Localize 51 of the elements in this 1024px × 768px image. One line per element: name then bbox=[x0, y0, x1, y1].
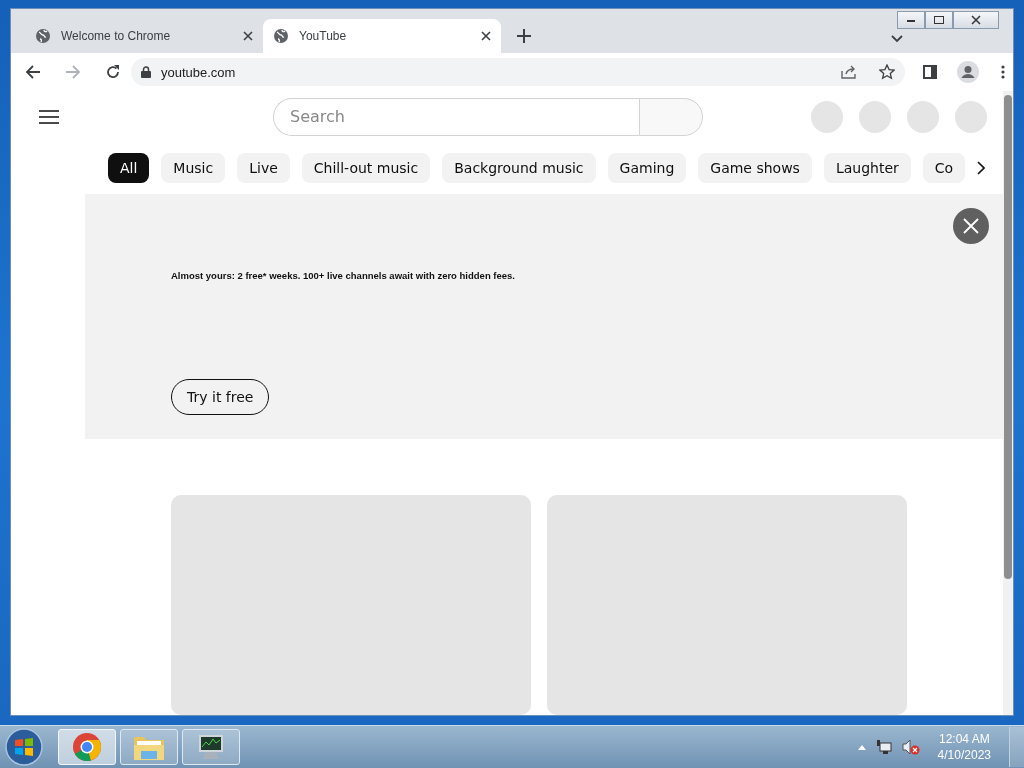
filter-chip[interactable]: Game shows bbox=[698, 153, 812, 184]
minimize-icon bbox=[906, 17, 916, 23]
filter-chip[interactable]: Gaming bbox=[607, 153, 687, 184]
star-icon[interactable] bbox=[879, 64, 895, 80]
maximize-button[interactable] bbox=[925, 11, 953, 29]
filter-chip[interactable]: Music bbox=[161, 153, 226, 184]
plus-icon[interactable] bbox=[517, 29, 531, 43]
chrome-icon bbox=[72, 732, 102, 762]
search-field[interactable]: Search bbox=[273, 97, 639, 136]
menu-icon[interactable] bbox=[39, 109, 59, 124]
close-icon[interactable] bbox=[243, 31, 253, 41]
start-button[interactable] bbox=[4, 727, 44, 767]
menu-icon[interactable] bbox=[1001, 65, 1005, 79]
close-icon[interactable] bbox=[481, 31, 491, 41]
globe-icon bbox=[273, 28, 289, 44]
side-panel-icon[interactable] bbox=[923, 65, 937, 79]
address-bar[interactable]: youtube.com bbox=[131, 58, 905, 86]
filter-chip[interactable]: Live bbox=[237, 153, 290, 184]
lock-icon bbox=[141, 66, 151, 78]
tray-arrow-icon[interactable] bbox=[857, 744, 866, 750]
clock-date: 4/10/2023 bbox=[937, 747, 991, 763]
icon-placeholder bbox=[907, 100, 940, 133]
reload-icon[interactable] bbox=[105, 64, 121, 80]
filter-chip[interactable]: Laughter bbox=[823, 153, 911, 184]
monitor-icon bbox=[196, 733, 226, 761]
clock-time: 12:04 AM bbox=[938, 731, 990, 747]
ad-text: Almost yours: 2 free* weeks. 100+ live channels await with zero hidden fees. bbox=[171, 269, 515, 281]
chevron-down-icon[interactable] bbox=[891, 35, 903, 43]
back-icon[interactable] bbox=[25, 64, 41, 80]
close-icon bbox=[971, 15, 981, 25]
restore-icon bbox=[933, 15, 945, 25]
filter-chip[interactable]: All bbox=[108, 153, 150, 184]
close-icon bbox=[963, 217, 980, 234]
chevron-right-icon[interactable] bbox=[977, 161, 986, 176]
taskbar-app[interactable] bbox=[182, 729, 240, 765]
filter-chip[interactable]: Chill-out music bbox=[301, 153, 431, 184]
filter-chip[interactable]: Co bbox=[922, 153, 966, 184]
profile-icon[interactable] bbox=[957, 61, 979, 83]
icon-placeholder bbox=[811, 100, 844, 133]
globe-icon bbox=[35, 28, 51, 44]
network-icon[interactable] bbox=[875, 739, 892, 755]
browser-tab[interactable]: YouTube bbox=[263, 19, 501, 53]
volume-muted-icon[interactable] bbox=[901, 739, 920, 755]
browser-tab[interactable]: Welcome to Chrome bbox=[25, 19, 263, 53]
filter-chip[interactable]: Background music bbox=[442, 153, 596, 184]
scrollbar-thumb[interactable] bbox=[1004, 95, 1013, 579]
minimize-button[interactable] bbox=[897, 11, 925, 29]
close-ad-button[interactable] bbox=[953, 207, 990, 244]
icon-placeholder bbox=[955, 100, 988, 133]
icon-placeholder bbox=[859, 100, 892, 133]
share-icon[interactable] bbox=[841, 65, 857, 79]
